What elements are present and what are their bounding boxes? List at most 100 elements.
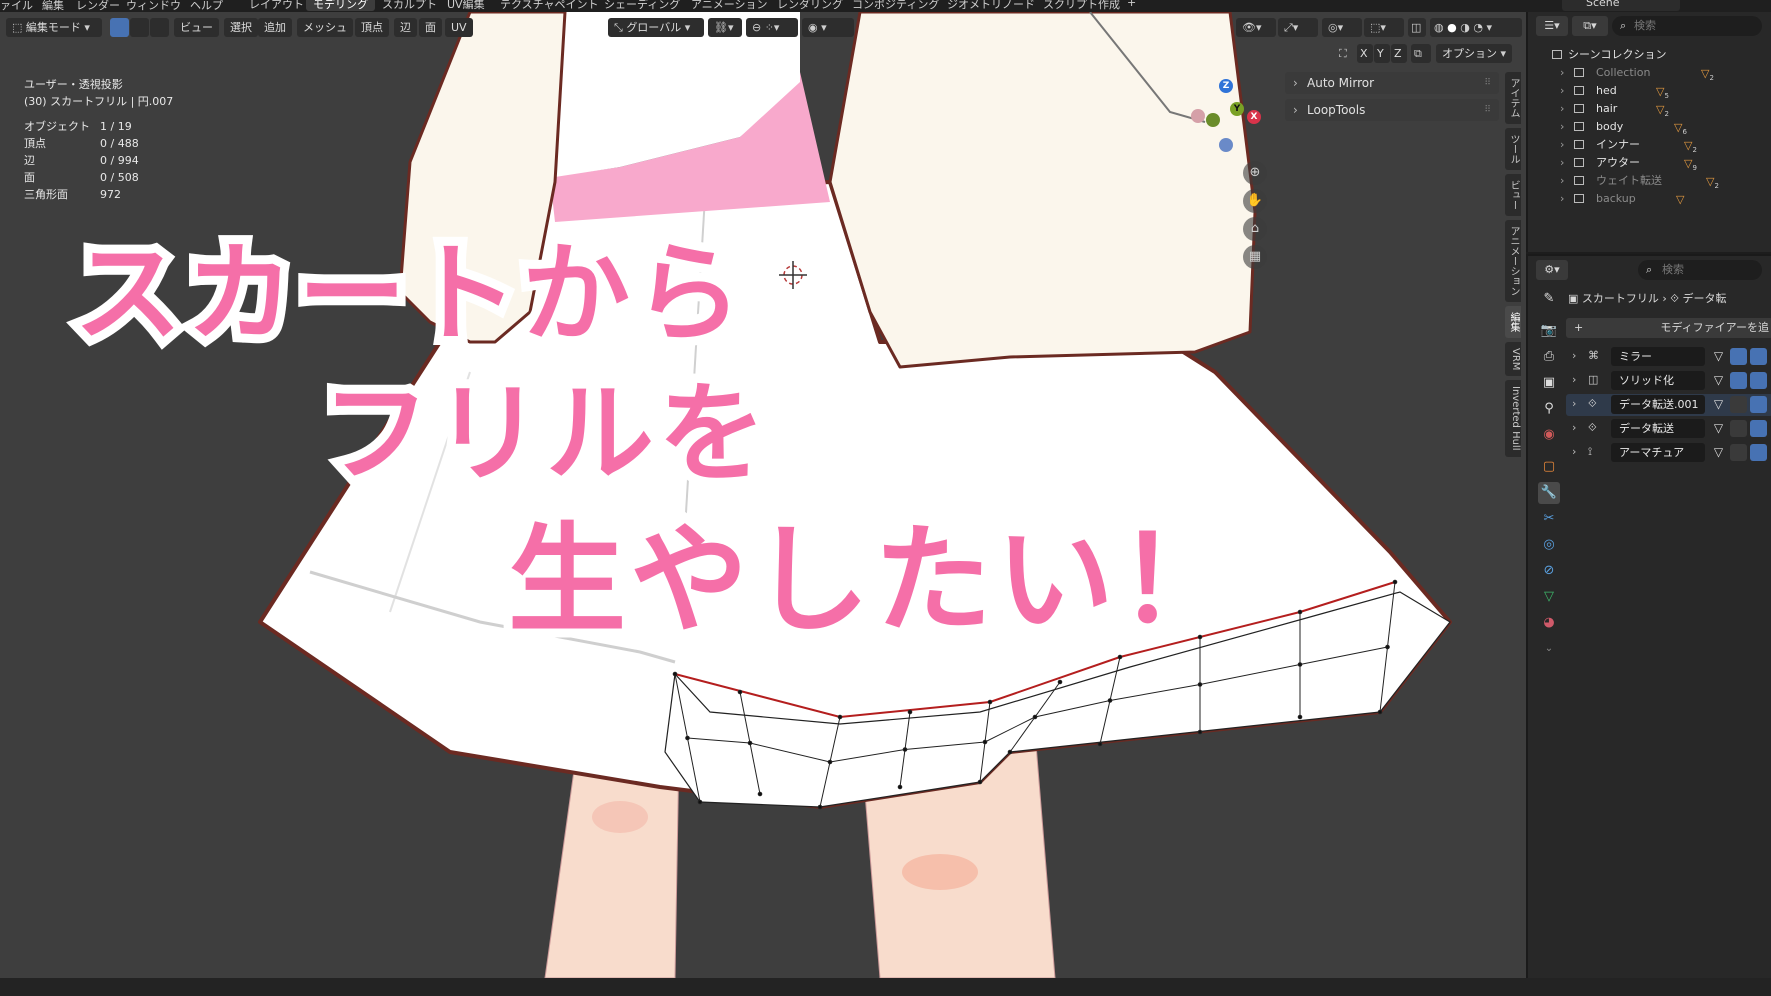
disclosure-triangle-icon[interactable]: ›	[1560, 172, 1564, 190]
tab-uv-editing[interactable]: UV編集	[440, 0, 492, 11]
visibility-dropdown[interactable]: 👁▾	[1236, 18, 1276, 37]
tab-sculpt[interactable]: スカルプト	[375, 0, 444, 11]
chevron-right-icon[interactable]: ›	[1572, 445, 1576, 458]
modifier-name-field[interactable]: データ転送.001	[1611, 395, 1705, 414]
menu-help[interactable]: ヘルプ	[190, 0, 223, 12]
modifier-row[interactable]: › ⟐ データ転送 ▽	[1566, 418, 1771, 440]
outliner-search-input[interactable]: ⌕ 検索	[1612, 16, 1762, 36]
gizmo-x-axis[interactable]: X	[1247, 110, 1261, 124]
scene-selector[interactable]: Scene	[1562, 0, 1680, 11]
viewport-toggle[interactable]	[1750, 348, 1767, 365]
menu-view[interactable]: ビュー	[174, 18, 219, 37]
modifier-row[interactable]: › ⌘ ミラー ▽	[1566, 346, 1771, 368]
rendered-shading-icon[interactable]: ◔	[1473, 18, 1483, 37]
menu-file[interactable]: ァイル	[0, 0, 33, 12]
menu-vertex[interactable]: 頂点	[355, 18, 389, 37]
mode-dropdown[interactable]: ⬚ 編集モード ▾	[6, 18, 102, 37]
disclosure-triangle-icon[interactable]: ›	[1560, 82, 1564, 100]
tab-scripting[interactable]: スクリプト作成	[1036, 0, 1127, 11]
menu-select[interactable]: 選択	[224, 18, 258, 37]
view-layer-tab-icon[interactable]: ▣	[1538, 372, 1560, 394]
edit-mode-toggle-icon[interactable]: ▽	[1710, 444, 1727, 461]
chevron-down-icon[interactable]: ⌄	[1538, 638, 1560, 660]
chevron-down-icon[interactable]: ▾	[1486, 18, 1492, 37]
mirror-y-toggle[interactable]: Y	[1374, 44, 1390, 63]
panel-auto-mirror[interactable]: › Auto Mirror ⠿	[1285, 72, 1499, 94]
chevron-right-icon[interactable]: ›	[1572, 397, 1576, 410]
output-tab-icon[interactable]: ⎙	[1538, 346, 1560, 368]
tab-geometry-nodes[interactable]: ジオメトリノード	[940, 0, 1042, 11]
material-tab-icon[interactable]: ◕	[1538, 612, 1560, 634]
menu-edge[interactable]: 辺	[394, 18, 417, 37]
data-tab-icon[interactable]: ▽	[1538, 586, 1560, 608]
mirror-z-toggle[interactable]: Z	[1391, 44, 1407, 63]
drag-handle-icon[interactable]: ⠿	[1484, 99, 1491, 121]
add-modifier-button[interactable]: + モディファイアーを追	[1566, 318, 1771, 338]
auto-merge-toggle[interactable]: ⧉	[1411, 44, 1431, 63]
material-shading-icon[interactable]: ◑	[1460, 18, 1470, 37]
gizmo-z-axis[interactable]: Z	[1219, 79, 1233, 93]
gizmo-dropdown[interactable]: ⤢▾	[1278, 18, 1318, 37]
face-select-toggle[interactable]	[150, 18, 169, 37]
modifier-row[interactable]: › ⟟ アーマチュア ▽	[1566, 442, 1771, 464]
panel-looptools[interactable]: › LoopTools ⠿	[1285, 99, 1499, 121]
cage-toggle[interactable]	[1730, 420, 1747, 437]
cage-toggle[interactable]	[1730, 372, 1747, 389]
modifier-name-field[interactable]: データ転送	[1611, 419, 1705, 438]
zoom-icon[interactable]: ⊕	[1243, 161, 1267, 185]
menu-window[interactable]: ウィンドウ	[126, 0, 181, 12]
edit-mode-toggle-icon[interactable]: ▽	[1710, 348, 1727, 365]
edit-mode-toggle-icon[interactable]: ▽	[1710, 396, 1727, 413]
tab-view[interactable]: ビュー	[1505, 174, 1521, 216]
vertex-select-toggle[interactable]	[110, 18, 129, 37]
scene-collection-row[interactable]: シーンコレクション	[1528, 46, 1771, 64]
menu-render[interactable]: レンダー	[76, 0, 120, 12]
hand-pan-icon[interactable]: ✋	[1243, 189, 1267, 213]
world-tab-icon[interactable]: ◉	[1538, 424, 1560, 446]
scene-tab-icon[interactable]: ⚲	[1538, 398, 1560, 420]
tab-animation[interactable]: アニメーション	[1505, 220, 1521, 302]
outliner-collection-row[interactable]: › ウェイト転送 ▽2	[1528, 172, 1771, 190]
cage-toggle[interactable]	[1730, 396, 1747, 413]
physics-tab-icon[interactable]: ◎	[1538, 534, 1560, 556]
snap-dropdown[interactable]: ⊖ ⁘▾	[746, 18, 798, 37]
mesh-edit-overlays-dropdown[interactable]: ⬚▾	[1364, 18, 1404, 37]
outliner-collection-row[interactable]: › アウター ▽9	[1528, 154, 1771, 172]
gizmo-neg-z-axis[interactable]	[1219, 138, 1233, 152]
object-tab-icon[interactable]: ▢	[1538, 456, 1560, 478]
menu-uv[interactable]: UV	[445, 18, 473, 37]
menu-face[interactable]: 面	[419, 18, 442, 37]
editor-type-icon[interactable]: ⚙▾	[1536, 260, 1568, 280]
transform-orientation-dropdown[interactable]: ⤡ グローバル ▾	[608, 18, 704, 37]
tab-inverted-hull[interactable]: Inverted Hull	[1505, 380, 1521, 457]
modifier-tab-icon[interactable]: 🔧	[1538, 482, 1560, 504]
camera-icon[interactable]: ⌂	[1243, 217, 1267, 241]
modifier-name-field[interactable]: ソリッド化	[1611, 371, 1705, 390]
menu-mesh[interactable]: メッシュ	[297, 18, 353, 37]
proportional-edit-dropdown[interactable]: ◉ ▾	[802, 18, 854, 37]
constraints-tab-icon[interactable]: ⊘	[1538, 560, 1560, 582]
3d-viewport[interactable]: ⬚ 編集モード ▾ ビュー 選択 追加 メッシュ 頂点 辺 面 UV ⤡ グロー…	[0, 12, 1526, 978]
viewport-toggle[interactable]	[1750, 444, 1767, 461]
outliner-collection-row[interactable]: › hair ▽2	[1528, 100, 1771, 118]
add-workspace-button[interactable]: +	[1120, 0, 1143, 11]
grid-perspective-icon[interactable]: ▦	[1243, 245, 1267, 269]
disclosure-triangle-icon[interactable]: ›	[1560, 136, 1564, 154]
tab-item[interactable]: アイテム	[1505, 72, 1521, 124]
tab-animation[interactable]: アニメーション	[684, 0, 775, 11]
menu-add[interactable]: 追加	[258, 18, 292, 37]
tab-layout[interactable]: レイアウト	[242, 0, 311, 11]
options-dropdown[interactable]: オプション ▾	[1436, 44, 1512, 63]
tab-modeling[interactable]: モデリング	[306, 0, 375, 11]
cage-toggle[interactable]	[1730, 348, 1747, 365]
modifier-row[interactable]: › ⟐ データ転送.001 ▽	[1566, 394, 1771, 416]
outliner-collection-row[interactable]: › hed ▽5	[1528, 82, 1771, 100]
xray-toggle[interactable]: ◫	[1408, 18, 1426, 37]
viewport-toggle[interactable]	[1750, 396, 1767, 413]
cage-toggle[interactable]	[1730, 444, 1747, 461]
solid-shading-icon[interactable]: ●	[1447, 18, 1457, 37]
disclosure-triangle-icon[interactable]: ›	[1560, 118, 1564, 136]
overlays-dropdown[interactable]: ◎▾	[1322, 18, 1362, 37]
chevron-right-icon[interactable]: ›	[1572, 421, 1576, 434]
properties-search-input[interactable]: ⌕ 検索	[1638, 260, 1762, 280]
